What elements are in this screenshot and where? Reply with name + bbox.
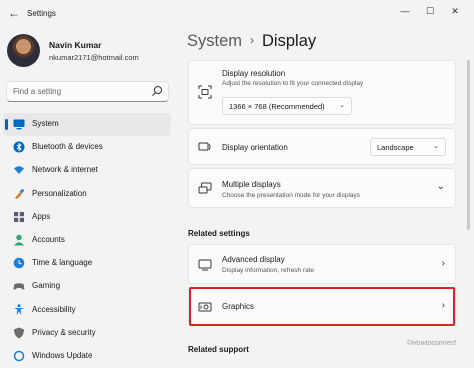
sidebar-item-label: Bluetooth & devices [32, 142, 103, 152]
card-title: Multiple displays [222, 180, 281, 189]
chevron-right-icon: › [441, 258, 445, 269]
orientation-dropdown[interactable]: Landscape ⌄ [370, 138, 446, 156]
orientation-icon [198, 142, 211, 151]
display-resolution-card: Display resolution Adjust the resolution… [188, 60, 456, 125]
profile-name: Navin Kumar [49, 40, 102, 50]
accessibility-icon [14, 303, 24, 315]
graphics-card-icon [198, 302, 212, 312]
maximize-button[interactable]: ☐ [419, 4, 441, 18]
wifi-icon [14, 166, 24, 175]
sidebar-nav: System Bluetooth & devices Network & int… [3, 113, 171, 368]
sidebar-item-privacy-security[interactable]: Privacy & security [3, 322, 171, 345]
back-arrow-icon[interactable]: ← [8, 6, 22, 20]
search-input[interactable] [13, 85, 148, 98]
breadcrumb-separator: › [250, 33, 255, 47]
bluetooth-icon [13, 141, 25, 153]
page-title: Display [262, 32, 317, 50]
resolution-dropdown[interactable]: 1366 × 768 (Recommended) ⌄ [222, 97, 352, 115]
card-title: Graphics [222, 302, 255, 311]
sidebar-item-label: Windows Update [32, 350, 93, 360]
watermark: ©Howtoconnect [406, 340, 456, 347]
sidebar-item-label: Personalization [32, 188, 87, 198]
globe-clock-icon [13, 257, 25, 269]
sidebar-item-label: Apps [32, 211, 51, 221]
card-subtitle: Choose the presentation mode for your di… [222, 192, 361, 199]
gamepad-icon [13, 283, 25, 290]
title-bar: ← Settings — ☐ ✕ [0, 0, 474, 28]
monitor-icon [198, 259, 212, 271]
related-support-heading: Related support [188, 345, 249, 354]
scrollbar[interactable] [467, 60, 470, 230]
chevron-down-icon: ⌄ [339, 102, 345, 109]
sidebar-item-bluetooth[interactable]: Bluetooth & devices [3, 136, 171, 159]
card-title: Advanced display [222, 255, 285, 264]
breadcrumb-parent[interactable]: System [187, 32, 242, 50]
sidebar-item-label: Accounts [32, 234, 65, 244]
sidebar-item-label: Gaming [32, 281, 61, 291]
sidebar-item-personalization[interactable]: Personalization [3, 183, 171, 206]
breadcrumb: System › Display [187, 32, 316, 51]
sidebar-item-gaming[interactable]: Gaming [3, 275, 171, 298]
apps-icon [14, 211, 24, 222]
search-icon[interactable] [151, 85, 163, 97]
card-title: Display orientation [222, 143, 288, 152]
card-subtitle: Display information, refresh rate [222, 267, 315, 274]
sidebar-item-time-language[interactable]: Time & language [3, 252, 171, 275]
app-title: Settings [27, 9, 56, 18]
sidebar-item-network[interactable]: Network & internet [3, 159, 171, 182]
chevron-right-icon: › [441, 300, 445, 311]
sidebar-item-accessibility[interactable]: Accessibility [3, 299, 171, 322]
shield-icon [14, 327, 24, 339]
graphics-card[interactable]: Graphics › [188, 287, 456, 326]
advanced-display-card[interactable]: Advanced display Display information, re… [188, 244, 456, 284]
profile-email: nkumar2171@hotmail.com [49, 53, 139, 62]
sidebar-item-label: Time & language [32, 258, 93, 268]
multiple-displays-card[interactable]: Multiple displays Choose the presentatio… [188, 168, 456, 208]
sidebar-item-apps[interactable]: Apps [3, 206, 171, 229]
search-box[interactable] [6, 81, 169, 102]
sidebar-item-label: Network & internet [32, 165, 98, 175]
chevron-down-icon: ⌄ [433, 143, 439, 150]
sidebar-item-windows-update[interactable]: Windows Update [3, 345, 171, 368]
resolution-icon [198, 85, 212, 99]
card-title: Display resolution [222, 69, 286, 78]
dropdown-value: Landscape [377, 143, 414, 152]
close-button[interactable]: ✕ [444, 4, 466, 18]
sidebar-item-label: System [32, 119, 59, 128]
chevron-down-icon[interactable]: ⌄ [437, 181, 445, 192]
sidebar-item-label: Privacy & security [32, 327, 96, 337]
display-orientation-card: Display orientation Landscape ⌄ [188, 128, 456, 165]
person-icon [14, 234, 24, 246]
dropdown-value: 1366 × 768 (Recommended) [229, 102, 325, 111]
sidebar-item-system[interactable]: System [3, 113, 171, 137]
sidebar-item-accounts[interactable]: Accounts [3, 229, 171, 252]
related-settings-heading: Related settings [188, 229, 250, 238]
card-subtitle: Adjust the resolution to fit your connec… [222, 80, 364, 87]
minimize-button[interactable]: — [394, 4, 416, 18]
multiple-displays-icon [198, 182, 212, 194]
sidebar-item-label: Accessibility [32, 304, 76, 314]
brush-icon [15, 188, 25, 199]
avatar [7, 34, 40, 67]
system-icon [13, 119, 25, 130]
